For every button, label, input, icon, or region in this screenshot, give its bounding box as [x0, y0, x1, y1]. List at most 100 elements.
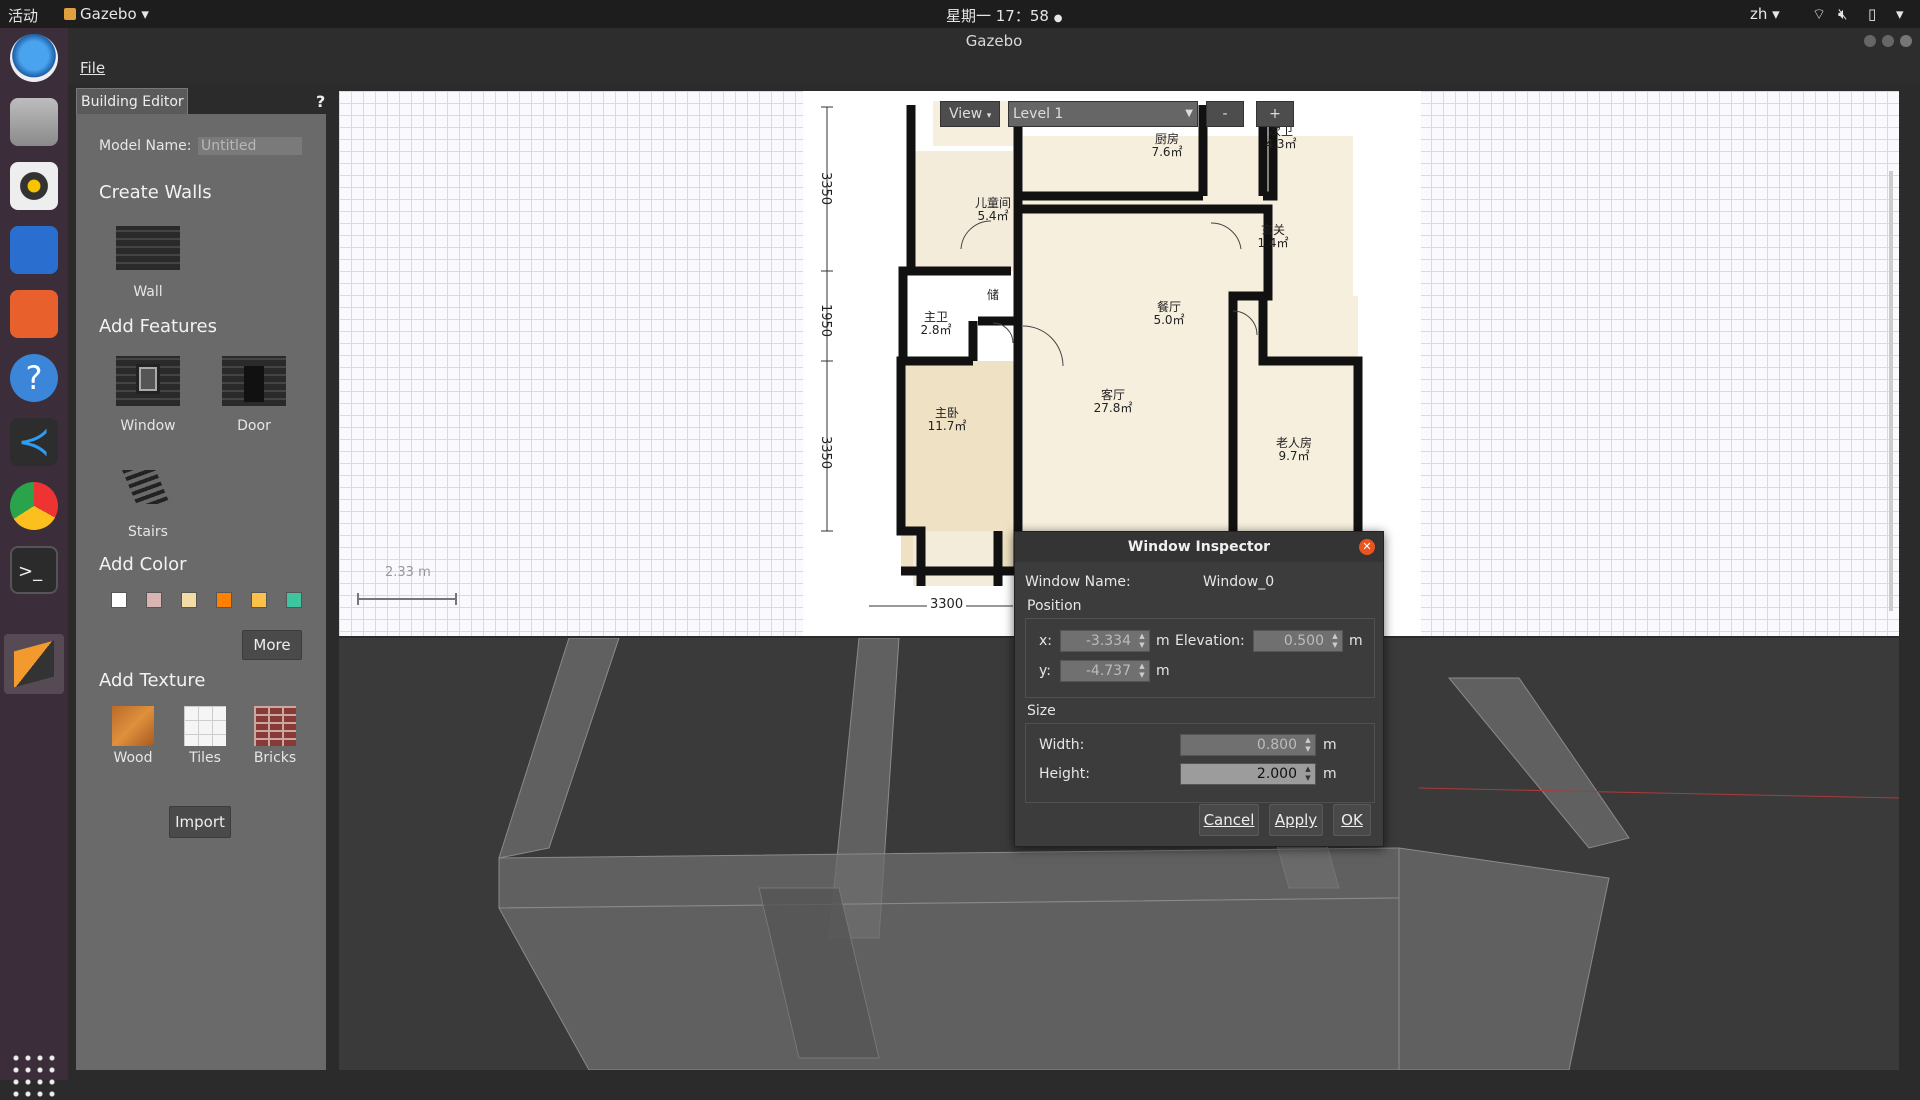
close-icon[interactable]: ✕ [1359, 539, 1375, 555]
window-title-bar: Gazebo [68, 28, 1920, 54]
color-swatch-teal[interactable] [286, 592, 302, 608]
more-colors-button[interactable]: More [242, 630, 302, 660]
system-top-bar: 活动 Gazebo ▾ 星期一 17：58 ● zh ▾ ⌔ 🔇︎ ▯ ▾ [0, 0, 1920, 28]
battery-icon[interactable]: ▯ [1868, 5, 1876, 23]
add-color-heading: Add Color [99, 554, 187, 575]
dimension-label: 1950 [818, 303, 834, 338]
unit-label: m [1156, 633, 1170, 649]
chevron-down-icon: ▼ [1185, 108, 1193, 119]
height-spinbox[interactable]: 2.000 ▲ ▼ [1180, 763, 1316, 785]
help-icon[interactable]: ? [10, 354, 58, 402]
room-label: 客厅 27.8㎡ [1093, 388, 1133, 415]
app-menu[interactable]: Gazebo ▾ [64, 5, 149, 23]
clock[interactable]: 星期一 17：58 ● [946, 5, 1062, 26]
y-value: -4.737 [1085, 663, 1131, 679]
model-name-input[interactable]: Untitled [198, 137, 302, 155]
room-label: 主卧 11.7㎡ [927, 406, 967, 433]
gazebo-dock-icon[interactable] [4, 634, 64, 694]
rhythmbox-icon[interactable] [10, 162, 58, 210]
language-indicator[interactable]: zh ▾ [1750, 5, 1780, 23]
cancel-button[interactable]: Cancel [1199, 804, 1259, 836]
spin-arrows-icon[interactable]: ▲ ▼ [1330, 632, 1340, 650]
width-spinbox[interactable]: 0.800 ▲ ▼ [1180, 734, 1316, 756]
clock-label: 星期一 17：58 [946, 7, 1049, 25]
room-label: 次卫 4.3㎡ [1265, 124, 1297, 151]
scale-bar [357, 593, 457, 605]
room-label: 厨房 7.6㎡ [1151, 132, 1183, 159]
window-title: Gazebo [965, 32, 1023, 50]
remove-level-button[interactable]: - [1206, 101, 1244, 127]
wood-texture-icon[interactable] [112, 706, 154, 746]
chrome-icon[interactable] [10, 482, 58, 530]
room-label: 老人房 9.7㎡ [1275, 436, 1312, 463]
minimize-icon[interactable] [1864, 35, 1876, 47]
elevation-value: 0.500 [1283, 633, 1324, 649]
spin-arrows-icon[interactable]: ▲ ▼ [1303, 765, 1313, 783]
import-button[interactable]: Import [169, 806, 231, 838]
window-icon[interactable] [116, 356, 180, 406]
close-icon[interactable] [1900, 35, 1912, 47]
thunderbird-icon[interactable] [10, 34, 58, 82]
add-features-heading: Add Features [99, 316, 217, 337]
ok-button[interactable]: OK [1333, 804, 1371, 836]
chevron-down-icon: ▾ [986, 111, 992, 121]
level-label: Level 1 [1013, 106, 1064, 122]
create-walls-heading: Create Walls [99, 182, 212, 203]
software-center-icon[interactable] [10, 290, 58, 338]
view-dropdown[interactable]: View ▾ [940, 101, 1000, 127]
maximize-icon[interactable] [1882, 35, 1894, 47]
y-spinbox[interactable]: -4.737 ▲ ▼ [1060, 660, 1150, 682]
wifi-icon[interactable]: ⌔ [1812, 5, 1826, 24]
files-icon[interactable] [10, 98, 58, 146]
color-swatch-orange[interactable] [216, 592, 232, 608]
volume-muted-icon[interactable]: 🔇︎ [1838, 5, 1847, 23]
wall-icon[interactable] [116, 226, 180, 270]
help-button[interactable]: ? [316, 92, 325, 111]
color-swatch-pink[interactable] [146, 592, 162, 608]
tab-building-editor[interactable]: Building Editor [76, 88, 188, 114]
spin-arrows-icon[interactable]: ▲ ▼ [1137, 662, 1147, 680]
width-label: Width: [1039, 737, 1085, 753]
room-label: 儿童间 5.4㎡ [974, 196, 1011, 223]
door-icon[interactable] [222, 356, 286, 406]
room-label: 主卫 2.8㎡ [920, 310, 952, 337]
dimension-label: 3350 [818, 435, 834, 470]
color-swatch-beige[interactable] [181, 592, 197, 608]
position-heading: Position [1027, 598, 1082, 614]
room-label: 餐厅 5.0㎡ [1153, 300, 1185, 327]
view-label: View [949, 106, 983, 122]
tiles-texture-icon[interactable] [184, 706, 226, 746]
show-apps-icon[interactable] [10, 1052, 58, 1100]
writer-icon[interactable] [10, 226, 58, 274]
window-name-label: Window Name: [1025, 574, 1131, 590]
y-label: y: [1039, 663, 1051, 679]
bricks-texture-icon[interactable] [254, 706, 296, 746]
level-select[interactable]: Level 1 ▼ [1008, 101, 1198, 127]
vscode-icon[interactable]: ≺ [10, 418, 58, 466]
add-level-button[interactable]: + [1256, 101, 1294, 127]
gazebo-logo-icon [14, 640, 54, 688]
menu-file[interactable]: File [80, 59, 105, 77]
spin-arrows-icon[interactable]: ▲ ▼ [1137, 632, 1147, 650]
room-label: 玄关 1.4㎡ [1257, 223, 1289, 250]
activities-button[interactable]: 活动 [8, 5, 38, 26]
spin-arrows-icon[interactable]: ▲ ▼ [1303, 736, 1313, 754]
gazebo-app-icon [64, 8, 76, 20]
height-label: Height: [1039, 766, 1090, 782]
wood-label: Wood [113, 750, 153, 766]
color-swatch-white[interactable] [111, 592, 127, 608]
window-name-value: Window_0 [1203, 574, 1275, 590]
x-spinbox[interactable]: -3.334 ▲ ▼ [1060, 630, 1150, 652]
window-label: Window [120, 418, 176, 434]
elevation-spinbox[interactable]: 0.500 ▲ ▼ [1253, 630, 1343, 652]
bricks-label: Bricks [253, 750, 297, 766]
system-menu-icon[interactable]: ▾ [1896, 5, 1904, 23]
vertical-scrollbar[interactable] [1889, 171, 1893, 611]
color-swatch-yellow[interactable] [251, 592, 267, 608]
apply-button[interactable]: Apply [1269, 804, 1323, 836]
unit-label: m [1323, 737, 1337, 753]
menu-bar: File [68, 54, 1920, 84]
terminal-icon[interactable]: >_ [10, 546, 58, 594]
dimension-label: 3350 [818, 171, 834, 206]
stairs-icon[interactable] [122, 470, 170, 504]
